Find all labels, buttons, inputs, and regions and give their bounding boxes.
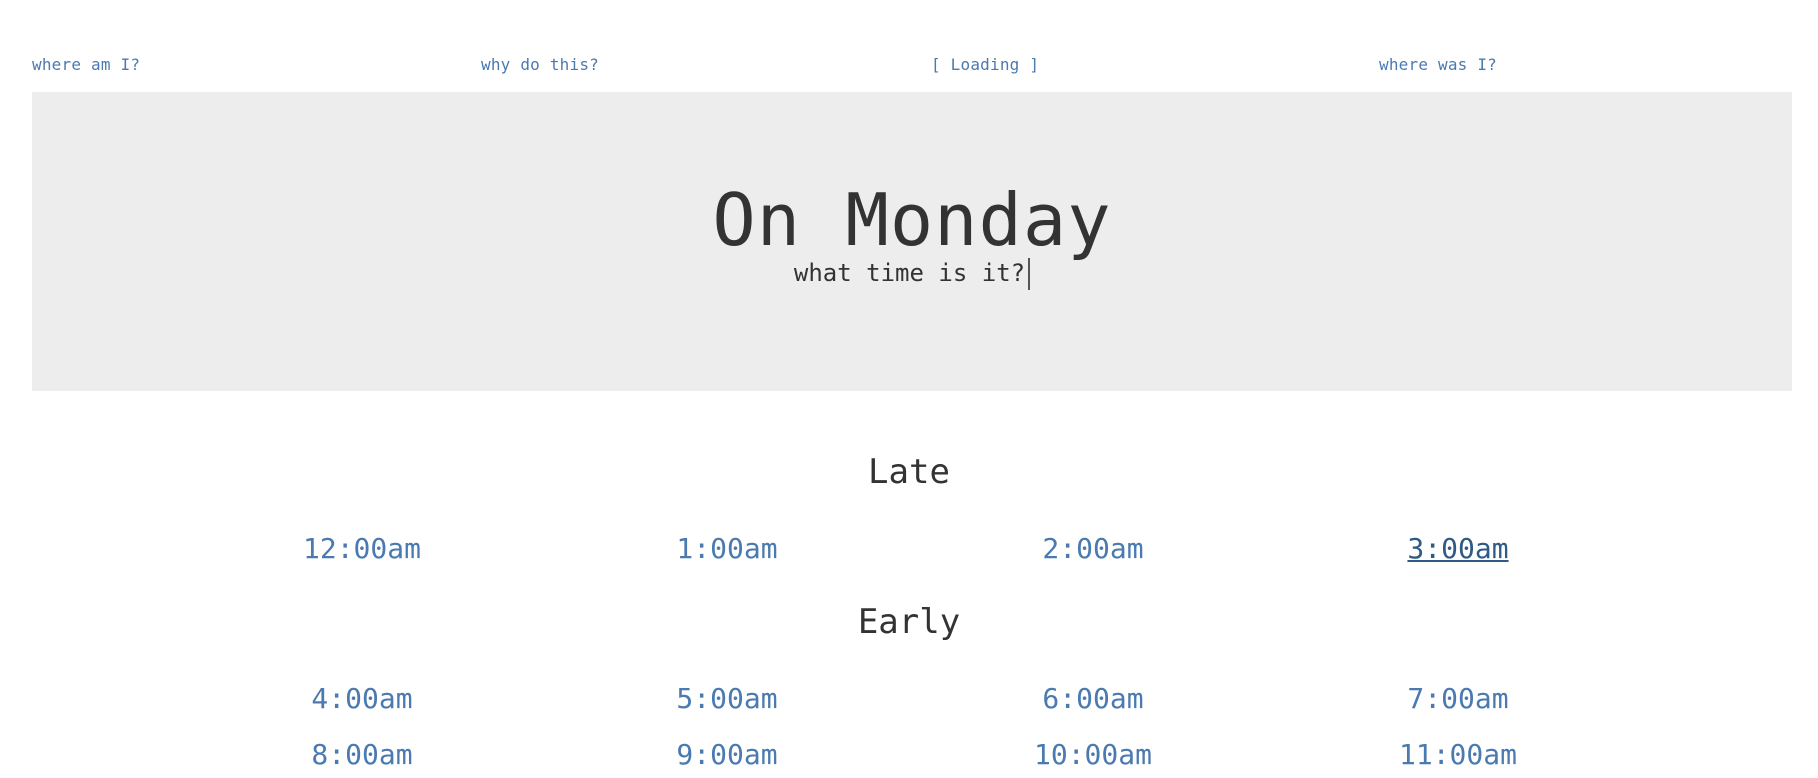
time-row-early-next: 8:00am 9:00am 10:00am 11:00am [0,738,1818,778]
top-nav: where am I? why do this? [ Loading ] whe… [32,55,1792,79]
time-link[interactable]: 4:00am [242,682,482,715]
time-link[interactable]: 9:00am [607,738,847,771]
subtitle-text: what time is it? [793,259,1026,287]
time-link[interactable]: 5:00am [607,682,847,715]
time-link[interactable]: 12:00am [242,532,482,565]
where-am-i-link[interactable]: where am I? [32,55,140,74]
time-link[interactable]: 6:00am [973,682,1213,715]
section-heading-early: Early [857,602,961,642]
time-link[interactable]: 8:00am [242,738,482,771]
time-link-active[interactable]: 3:00am [1338,532,1578,565]
time-link[interactable]: 7:00am [1338,682,1578,715]
time-link[interactable]: 10:00am [973,738,1213,771]
time-link[interactable]: 11:00am [1338,738,1578,771]
why-do-this-link[interactable]: why do this? [481,55,599,74]
where-was-i-link[interactable]: where was I? [1379,55,1497,74]
section-heading-late: Late [868,452,950,492]
loading-link[interactable]: [ Loading ] [931,55,1039,74]
page-title: On Monday [712,178,1112,262]
time-link[interactable]: 2:00am [973,532,1213,565]
time-link[interactable]: 1:00am [607,532,847,565]
page-subtitle: what time is it? [32,257,1792,290]
time-row-late: 12:00am 1:00am 2:00am 3:00am [0,532,1818,572]
text-cursor [1028,258,1031,290]
time-row-early: 4:00am 5:00am 6:00am 7:00am [0,682,1818,722]
hero-banner: On Monday what time is it? [32,92,1792,391]
